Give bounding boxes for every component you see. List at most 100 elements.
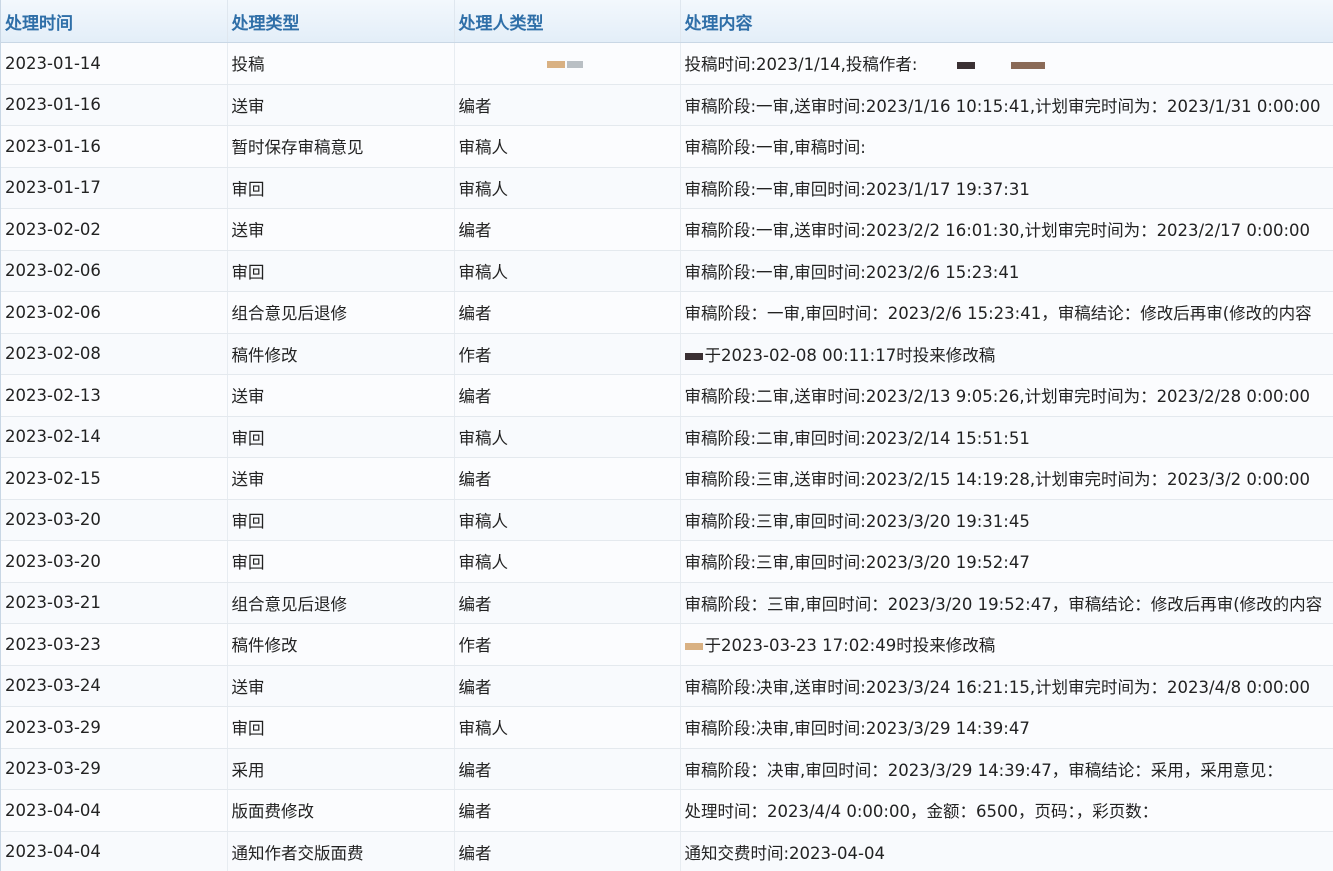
cell-date: 2023-02-06 — [1, 250, 228, 292]
cell-type: 通知作者交版面费 — [227, 831, 455, 871]
cell-content: 处理时间：2023/4/4 0:00:00，金额：6500，页码：，彩页数： — [680, 789, 1333, 832]
redacted-mark — [684, 643, 703, 651]
cell-type: 审回 — [227, 499, 455, 541]
header-processing-type[interactable]: 处理类型 — [227, 0, 455, 43]
cell-date: 2023-01-16 — [1, 125, 228, 168]
redacted-mark — [684, 352, 703, 360]
cell-actor: 编者 — [454, 457, 681, 500]
table-row[interactable]: 2023-01-17 审回 审稿人 审稿阶段:一审,审回时间:2023/1/17 19… — [1, 167, 1333, 209]
cell-date: 2023-02-14 — [1, 416, 228, 458]
cell-actor: 审稿人 — [454, 416, 681, 458]
cell-content: 审稿阶段:一审,送审时间:2023/2/2 16:01:30,计划审完时间为：2… — [680, 208, 1333, 251]
cell-actor: 审稿人 — [454, 125, 681, 168]
cell-content: 审稿阶段：决审,审回时间：2023/3/29 14:39:47，审稿结论：采用，… — [680, 748, 1333, 790]
cell-content: 于2023-03-23 17:02:49时投来修改稿 — [680, 623, 1333, 666]
cell-content-text: 于2023-03-23 17:02:49时投来修改稿 — [704, 636, 996, 656]
table-row[interactable]: 2023-01-16 送审 编者 审稿阶段:一审,送审时间:2023/1/16 10:… — [1, 84, 1333, 126]
cell-actor: 编者 — [454, 831, 681, 871]
cell-date: 2023-04-04 — [1, 831, 228, 871]
cell-content: 审稿阶段:决审,审回时间:2023/3/29 14:39:47 — [680, 706, 1333, 749]
cell-content: 审稿阶段:三审,审回时间:2023/3/20 19:52:47 — [680, 540, 1333, 583]
table-row[interactable]: 2023-03-29 采用 编者 审稿阶段：决审,审回时间：2023/3/29 14:… — [1, 748, 1333, 790]
cell-actor: 编者 — [454, 208, 681, 251]
cell-date: 2023-02-08 — [1, 333, 228, 375]
table-row[interactable]: 2023-03-20 审回 审稿人 审稿阶段:三审,审回时间:2023/3/20 19… — [1, 540, 1333, 583]
cell-date: 2023-02-02 — [1, 208, 228, 251]
table-row[interactable]: 2023-02-08 稿件修改 作者 于2023-02-08 00:11:17时投来修… — [1, 333, 1333, 375]
cell-actor: 编者 — [454, 291, 681, 334]
table-row[interactable]: 2023-01-16 暂时保存审稿意见 审稿人 审稿阶段:一审,审稿时间: — [1, 125, 1333, 168]
cell-date: 2023-02-15 — [1, 457, 228, 500]
cell-type: 稿件修改 — [227, 333, 455, 375]
cell-type: 审回 — [227, 540, 455, 583]
table-row[interactable]: 2023-03-23 稿件修改 作者 于2023-03-23 17:02:49时投来修… — [1, 623, 1333, 666]
header-processing-content[interactable]: 处理内容 — [680, 0, 1333, 43]
cell-date: 2023-02-06 — [1, 291, 228, 334]
header-handler-type[interactable]: 处理人类型 — [454, 0, 681, 43]
table-row[interactable]: 2023-04-04 通知作者交版面费 编者 通知交费时间:2023-04-04 — [1, 831, 1333, 871]
redacted-mark — [1011, 62, 1046, 70]
cell-actor: 编者 — [454, 582, 681, 624]
cell-content-text: 于2023-02-08 00:11:17时投来修改稿 — [704, 345, 996, 365]
cell-type: 组合意见后退修 — [227, 291, 455, 334]
cell-date: 2023-02-13 — [1, 374, 228, 417]
cell-content: 审稿阶段:一审,审稿时间: — [680, 125, 1333, 168]
header-row: 处理时间 处理类型 处理人类型 处理内容 — [1, 0, 1333, 43]
cell-content: 审稿阶段:一审,审回时间:2023/2/6 15:23:41 — [680, 250, 1333, 292]
cell-content: 于2023-02-08 00:11:17时投来修改稿 — [680, 333, 1333, 375]
table-row[interactable]: 2023-02-15 送审 编者 审稿阶段:三审,送审时间:2023/2/15 14:… — [1, 457, 1333, 500]
cell-content: 审稿阶段:三审,送审时间:2023/2/15 14:19:28,计划审完时间为：… — [680, 457, 1333, 500]
cell-type: 送审 — [227, 84, 455, 126]
cell-content: 审稿阶段:二审,审回时间:2023/2/14 15:51:51 — [680, 416, 1333, 458]
cell-content: 通知交费时间:2023-04-04 — [680, 831, 1333, 871]
cell-content: 投稿时间:2023/1/14,投稿作者: — [680, 42, 1333, 85]
cell-date: 2023-01-16 — [1, 84, 228, 126]
cell-actor — [454, 42, 681, 85]
cell-actor: 审稿人 — [454, 540, 681, 583]
table-row[interactable]: 2023-03-24 送审 编者 审稿阶段:决审,送审时间:2023/3/24 16:… — [1, 665, 1333, 707]
table-header: 处理时间 处理类型 处理人类型 处理内容 — [1, 0, 1333, 43]
cell-date: 2023-03-29 — [1, 706, 228, 749]
redacted-mark — [546, 60, 565, 68]
table-row[interactable]: 2023-03-29 审回 审稿人 审稿阶段:决审,审回时间:2023/3/29 14… — [1, 706, 1333, 749]
redacted-mark — [957, 62, 976, 70]
cell-date: 2023-03-24 — [1, 665, 228, 707]
header-processing-time[interactable]: 处理时间 — [1, 0, 228, 43]
cell-actor: 作者 — [454, 333, 681, 375]
cell-type: 送审 — [227, 665, 455, 707]
table-row[interactable]: 2023-01-14 投稿 投稿时间:2023/1/14,投稿作者: — [1, 42, 1333, 85]
table-row[interactable]: 2023-02-13 送审 编者 审稿阶段:二审,送审时间:2023/2/13 9:0… — [1, 374, 1333, 417]
table-row[interactable]: 2023-02-06 组合意见后退修 编者 审稿阶段：一审,审回时间：2023/2/6… — [1, 291, 1333, 334]
cell-actor: 审稿人 — [454, 706, 681, 749]
redacted-mark — [566, 60, 583, 68]
cell-content: 审稿阶段:决审,送审时间:2023/3/24 16:21:15,计划审完时间为：… — [680, 665, 1333, 707]
table-row[interactable]: 2023-03-21 组合意见后退修 编者 审稿阶段：三审,审回时间：2023/3/2… — [1, 582, 1333, 624]
cell-date: 2023-03-20 — [1, 499, 228, 541]
cell-type: 送审 — [227, 374, 455, 417]
table-row[interactable]: 2023-02-02 送审 编者 审稿阶段:一审,送审时间:2023/2/2 16:0… — [1, 208, 1333, 251]
cell-type: 版面费修改 — [227, 789, 455, 832]
cell-actor: 审稿人 — [454, 167, 681, 209]
cell-actor: 编者 — [454, 84, 681, 126]
cell-actor: 编者 — [454, 748, 681, 790]
cell-date: 2023-03-29 — [1, 748, 228, 790]
table-row[interactable]: 2023-03-20 审回 审稿人 审稿阶段:三审,审回时间:2023/3/20 19… — [1, 499, 1333, 541]
table-row[interactable]: 2023-02-14 审回 审稿人 审稿阶段:二审,审回时间:2023/2/14 15… — [1, 416, 1333, 458]
cell-content: 审稿阶段:一审,送审时间:2023/1/16 10:15:41,计划审完时间为：… — [680, 84, 1333, 126]
cell-date: 2023-03-21 — [1, 582, 228, 624]
cell-actor: 作者 — [454, 623, 681, 666]
processing-record-panel: 处理时间 处理类型 处理人类型 处理内容 2023-01-14 投稿 投稿时间:20… — [0, 0, 1333, 871]
cell-actor: 审稿人 — [454, 499, 681, 541]
cell-type: 组合意见后退修 — [227, 582, 455, 624]
cell-content: 审稿阶段：三审,审回时间：2023/3/20 19:52:47，审稿结论：修改后… — [680, 582, 1333, 624]
table-body: 2023-01-14 投稿 投稿时间:2023/1/14,投稿作者: 2023-01-… — [1, 42, 1333, 871]
cell-actor: 编者 — [454, 789, 681, 832]
cell-content: 审稿阶段:二审,送审时间:2023/2/13 9:05:26,计划审完时间为：2… — [680, 374, 1333, 417]
cell-date: 2023-03-23 — [1, 623, 228, 666]
table-row[interactable]: 2023-02-06 审回 审稿人 审稿阶段:一审,审回时间:2023/2/6 15:… — [1, 250, 1333, 292]
cell-type: 审回 — [227, 706, 455, 749]
cell-type: 审回 — [227, 167, 455, 209]
table-row[interactable]: 2023-04-04 版面费修改 编者 处理时间：2023/4/4 0:00:00，金… — [1, 789, 1333, 832]
cell-type: 送审 — [227, 208, 455, 251]
cell-date: 2023-01-14 — [1, 42, 228, 85]
